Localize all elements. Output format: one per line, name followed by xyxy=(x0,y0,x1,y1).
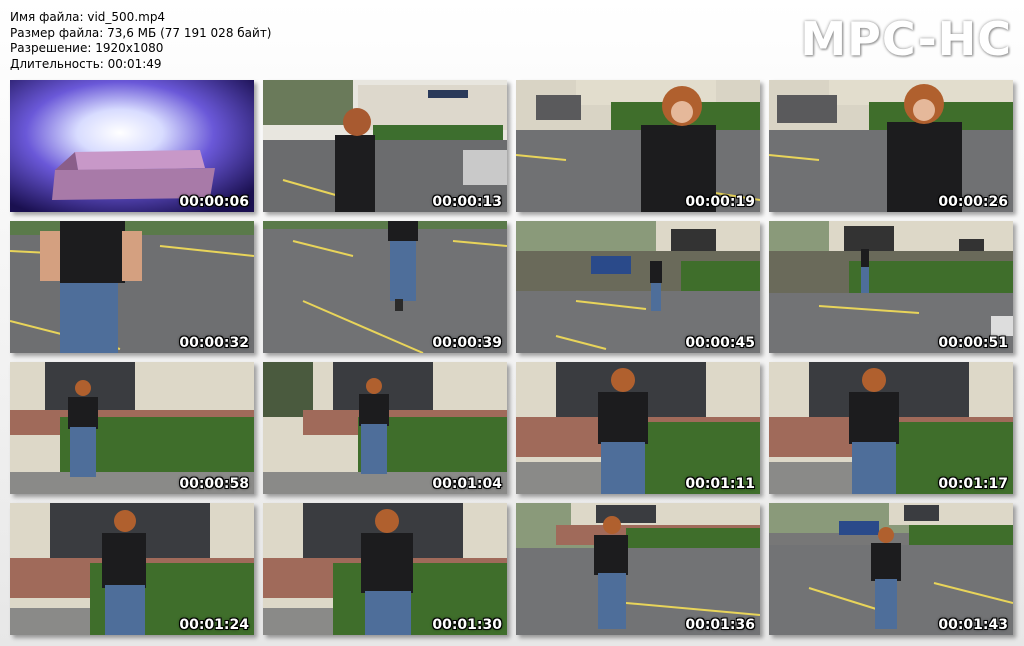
frame-image xyxy=(516,221,760,353)
frame-image xyxy=(10,362,254,494)
filename-label: Имя файла: vid_500.mp4 xyxy=(10,10,166,24)
resolution-label: Разрешение: 1920x1080 xyxy=(10,41,164,55)
file-info: Имя файла: vid_500.mp4 Размер файла: 73,… xyxy=(10,10,272,72)
frame-image xyxy=(769,80,1013,212)
frame-image xyxy=(516,80,760,212)
thumbnail-5[interactable]: 00:00:32 xyxy=(10,221,254,353)
thumbnail-16[interactable]: 00:01:43 xyxy=(769,503,1013,635)
timestamp: 00:00:51 xyxy=(938,335,1008,351)
timestamp: 00:00:39 xyxy=(432,335,502,351)
frame-image xyxy=(263,362,507,494)
thumbnail-2[interactable]: 00:00:13 xyxy=(263,80,507,212)
thumbnail-15[interactable]: 00:01:36 xyxy=(516,503,760,635)
timestamp: 00:01:17 xyxy=(938,476,1008,492)
intro-frame-image xyxy=(10,80,254,212)
timestamp: 00:01:36 xyxy=(685,617,755,633)
frame-image xyxy=(516,503,760,635)
thumbnail-9[interactable]: 00:00:58 xyxy=(10,362,254,494)
timestamp: 00:01:04 xyxy=(432,476,502,492)
thumbnail-12[interactable]: 00:01:17 xyxy=(769,362,1013,494)
timestamp: 00:00:13 xyxy=(432,194,502,210)
timestamp: 00:01:11 xyxy=(685,476,755,492)
frame-image xyxy=(263,221,507,353)
timestamp: 00:00:45 xyxy=(685,335,755,351)
timestamp: 00:01:43 xyxy=(938,617,1008,633)
frame-image xyxy=(769,503,1013,635)
thumbnail-14[interactable]: 00:01:30 xyxy=(263,503,507,635)
timestamp: 00:00:06 xyxy=(179,194,249,210)
timestamp: 00:00:19 xyxy=(685,194,755,210)
thumbnail-4[interactable]: 00:00:26 xyxy=(769,80,1013,212)
timestamp: 00:01:30 xyxy=(432,617,502,633)
thumbnail-3[interactable]: 00:00:19 xyxy=(516,80,760,212)
mpc-hc-logo: MPC-HC xyxy=(800,12,1012,66)
frame-image xyxy=(516,362,760,494)
filesize-label: Размер файла: 73,6 МБ (77 191 028 байт) xyxy=(10,25,272,40)
timestamp: 00:00:26 xyxy=(938,194,1008,210)
thumbnail-6[interactable]: 00:00:39 xyxy=(263,221,507,353)
frame-image xyxy=(263,80,507,212)
frame-image xyxy=(769,221,1013,353)
thumbnail-1[interactable]: 00:00:06 xyxy=(10,80,254,212)
frame-image xyxy=(263,503,507,635)
timestamp: 00:01:24 xyxy=(179,617,249,633)
thumbnail-7[interactable]: 00:00:45 xyxy=(516,221,760,353)
thumbnail-8[interactable]: 00:00:51 xyxy=(769,221,1013,353)
thumbnail-13[interactable]: 00:01:24 xyxy=(10,503,254,635)
thumbnail-10[interactable]: 00:01:04 xyxy=(263,362,507,494)
frame-image xyxy=(10,221,254,353)
timestamp: 00:00:58 xyxy=(179,476,249,492)
timestamp: 00:00:32 xyxy=(179,335,249,351)
duration-label: Длительность: 00:01:49 xyxy=(10,56,162,71)
frame-image xyxy=(10,503,254,635)
frame-image xyxy=(769,362,1013,494)
thumbnail-11[interactable]: 00:01:11 xyxy=(516,362,760,494)
